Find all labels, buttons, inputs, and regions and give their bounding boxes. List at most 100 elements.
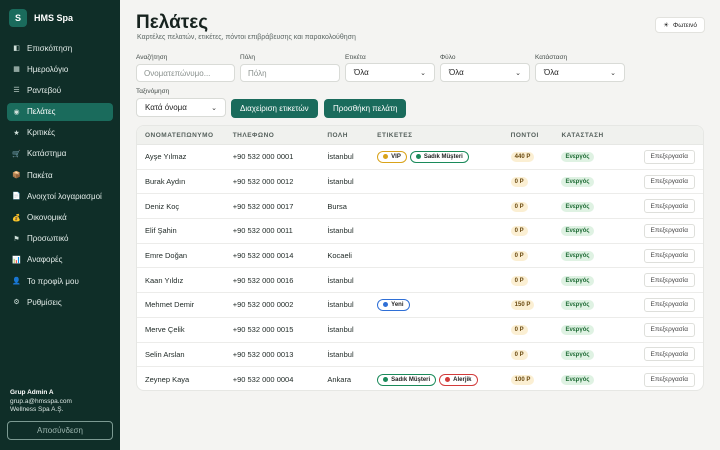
receipt-icon: 📄 [12,193,21,201]
sidebar-item-users[interactable]: ◉ Πελάτες [7,102,113,121]
sidebar-item-dashboard[interactable]: ◧ Επισκόπηση [7,39,113,57]
table-row[interactable]: Selin Arslan +90 532 000 0013 İstanbul 0 P Ε… [137,343,703,368]
status-cell: Ενεργός [561,176,639,188]
gender-filter-select[interactable]: Όλα ⌄ [440,63,530,82]
brand-name: HMS Spa [34,13,74,23]
sidebar-item-label: Το προφίλ μου [27,276,79,286]
status-cell: Ενεργός [561,151,639,163]
table-row[interactable]: Merve Çelik +90 532 000 0015 İstanbul 0 P Εν… [137,318,703,343]
list-icon: ☰ [13,87,20,95]
users-icon: ◉ [13,108,20,116]
column-header: ΟΝΟΜΑΤΕΠΩΝΥΜΟ [145,131,214,139]
customer-phone: +90 532 000 0016 [232,275,294,285]
edit-button[interactable]: Επεξεργασία [643,372,695,387]
customer-phone: +90 532 000 0014 [232,251,294,261]
sidebar-item-flag[interactable]: ⚑ Προσωπικό [7,230,113,248]
brand[interactable]: S HMS Spa [9,9,73,27]
gear-icon: ⚙ [13,299,20,307]
sidebar-item-label: Κατάστημα [27,149,67,159]
table-row[interactable]: Deniz Koç +90 532 000 0017 Bursa 0 P Ενεργός… [137,194,703,220]
sidebar-item-package[interactable]: 📦 Πακέτα [7,166,113,184]
sidebar-item-label: Ανοιχτοί λογαριασμοί [27,191,102,201]
search-input[interactable] [136,64,235,82]
points-badge: 0 P [510,177,528,188]
edit-button[interactable]: Επεξεργασία [643,174,695,189]
sidebar-item-calendar[interactable]: ▦ Ημερολόγιο [7,60,113,78]
points-badge: 440 P [510,152,535,163]
points-badge: 0 P [510,275,528,286]
logout-button[interactable]: Αποσύνδεση [7,421,113,440]
sidebar-item-label: Ραντεβού [27,85,62,95]
sidebar-item-chart[interactable]: 📊 Αναφορές [7,251,113,269]
actions-cell: Επεξεργασία [639,297,703,312]
cart-icon: 🛒 [12,150,21,158]
status-cell: Ενεργός [561,349,639,360]
sidebar-item-list[interactable]: ☰ Ραντεβού [7,81,113,99]
tag-label: Sadık Müşteri [423,153,463,160]
customer-city: İstanbul [327,177,354,187]
city-label: Πόλη [240,54,256,61]
edit-button[interactable]: Επεξεργασία [643,347,695,362]
sidebar-item-profile[interactable]: 👤 Το προφίλ μου [7,272,113,290]
customer-name: Ayşe Yılmaz [145,152,187,162]
city-input[interactable] [240,64,340,82]
table-row[interactable]: Mehmet Demir +90 532 000 0002 İstanbul Yeni… [137,293,703,318]
customer-city: Ankara [327,375,352,385]
customer-phone: +90 532 000 0012 [232,177,294,187]
sun-icon: ☀ [663,22,670,29]
sort-select[interactable]: Κατά όνομα ⌄ [136,98,226,117]
add-customer-button[interactable]: Προσθήκη πελάτη [324,99,407,118]
tag-badge: Sadık Müşteri [377,373,437,386]
sidebar-item-cart[interactable]: 🛒 Κατάστημα [7,145,113,163]
customer-phone: +90 532 000 0001 [232,152,294,162]
edit-button[interactable]: Επεξεργασία [643,223,695,238]
sort-label: Ταξινόμηση [136,88,170,95]
page-title: Πελάτες [136,12,209,33]
customer-phone: +90 532 000 0004 [232,375,294,385]
edit-button[interactable]: Επεξεργασία [643,149,695,164]
tag-dot-icon [383,302,389,308]
table-row[interactable]: Burak Aydın +90 532 000 0012 İstanbul 0 P Εν… [137,170,703,195]
customer-phone: +90 532 000 0011 [232,226,293,236]
tag-filter-value: Όλα [354,68,369,77]
sidebar-item-gear[interactable]: ⚙ Ρυθμίσεις [7,293,113,311]
column-header: ΤΗΛΕΦΩΝΟ [232,131,275,139]
table-row[interactable]: Ayşe Yılmaz +90 532 000 0001 İstanbul VIP Sa… [137,145,703,170]
edit-button[interactable]: Επεξεργασία [643,297,695,312]
points-cell: 100 P [510,374,562,386]
table-row[interactable]: Zeynep Kaya +90 532 000 0004 Ankara Sadık M… [137,367,703,390]
tag-badge: VIP [377,150,407,163]
table-row[interactable]: Elif Şahin +90 532 000 0011 İstanbul 0 P Ενε… [137,219,703,244]
edit-button[interactable]: Επεξεργασία [643,273,695,288]
sidebar-item-label: Πελάτες [27,107,56,117]
customer-phone: +90 532 000 0017 [232,201,294,211]
points-cell: 0 P [510,250,562,262]
tag-filter-select[interactable]: Όλα ⌄ [345,63,435,82]
edit-button[interactable]: Επεξεργασία [643,199,695,214]
sidebar-item-star[interactable]: ★ Κριτικές [7,124,113,142]
edit-button[interactable]: Επεξεργασία [643,248,695,263]
customer-name: Elif Şahin [145,226,177,236]
status-filter-select[interactable]: Όλα ⌄ [535,63,625,82]
theme-toggle-button[interactable]: ☀ Φωτεινό [655,17,705,33]
main-content: Πελάτες Καρτέλες πελατών, ετικέτες, πόντ… [120,0,720,450]
status-cell: Ενεργός [561,324,639,336]
edit-button[interactable]: Επεξεργασία [643,322,695,337]
customer-name: Merve Çelik [145,325,185,335]
search-label: Αναζήτηση [136,54,168,61]
status-badge: Ενεργός [561,226,594,237]
table-row[interactable]: Kaan Yıldız +90 532 000 0016 İstanbul 0 P Εν… [137,268,703,294]
tag-filter-label: Ετικέτα [345,54,366,61]
gender-filter-value: Όλα [449,68,464,77]
tag-label: Alerjik [453,376,472,383]
sidebar-item-receipt[interactable]: 📄 Ανοιχτοί λογαριασμοί [7,187,113,205]
points-badge: 0 P [510,201,528,212]
tag-label: VIP [391,153,401,160]
user-info: Grup Admin A grup.a@hmsspa.com Wellness … [10,389,72,415]
table-row[interactable]: Emre Doğan +90 532 000 0014 Kocaeli 0 P Ενερ… [137,244,703,269]
actions-cell: Επεξεργασία [639,347,703,362]
manage-tags-button[interactable]: Διαχείριση ετικετών [231,99,318,118]
actions-cell: Επεξεργασία [639,223,703,238]
status-cell: Ενεργός [561,275,639,286]
sidebar-item-money[interactable]: 💰 Οικονομικά [7,209,113,227]
